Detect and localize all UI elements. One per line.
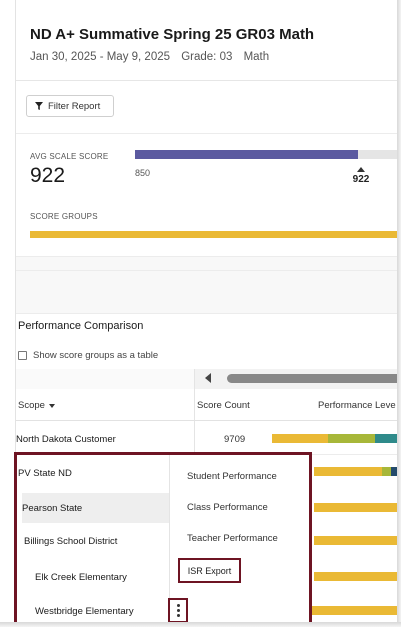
score-groups-label: SCORE GROUPS: [30, 212, 98, 221]
score-groups-bar: [30, 231, 397, 238]
perf-bar-level-1: [314, 467, 382, 476]
sort-caret-icon: [48, 403, 55, 408]
summary-divider: [16, 133, 397, 134]
perf-bar-level-1: [314, 503, 397, 512]
date-range: Jan 30, 2025 - May 9, 2025: [30, 51, 171, 63]
scale-min-value: 850: [135, 168, 151, 178]
show-as-table-row: Show score groups as a table: [18, 350, 158, 361]
show-as-table-label: Show score groups as a table: [33, 350, 159, 361]
isr-export-label: ISR Export: [187, 565, 232, 576]
marker-value: 922: [352, 174, 370, 185]
filter-report-button[interactable]: Filter Report: [26, 95, 114, 117]
show-as-table-checkbox[interactable]: [18, 351, 27, 360]
grade-label: Grade: 03: [181, 51, 233, 63]
table-row[interactable]: North Dakota Customer 9709: [16, 424, 397, 454]
horizontal-scrollbar[interactable]: [195, 369, 397, 389]
marker-triangle-icon: [357, 167, 365, 172]
perf-bar-level-2: [382, 467, 391, 476]
scale-score-track: [135, 150, 397, 159]
header-divider: [16, 80, 397, 81]
window-shadow-right: [397, 0, 401, 627]
row-context-menu: Student Performance Class Performance Te…: [169, 455, 309, 623]
perf-bar-level-1: [314, 536, 397, 545]
scroll-left-icon[interactable]: [205, 373, 211, 383]
report-frame: ND A+ Summative Spring 25 GR03 Math Jan …: [0, 0, 401, 627]
performance-level-header: Performance Leve: [318, 400, 396, 411]
score-marker: 922: [349, 167, 373, 185]
menu-item-teacher-performance[interactable]: Teacher Performance: [187, 533, 278, 544]
menu-item-class-performance[interactable]: Class Performance: [187, 502, 268, 513]
avg-scale-score-value: 922: [30, 164, 66, 187]
perf-bar-level-2: [328, 434, 375, 443]
window-shadow-bottom: [0, 622, 401, 627]
header-row-divider: [16, 420, 397, 421]
performance-comparison-title: Performance Comparison: [18, 320, 144, 332]
score-count: 9709: [224, 434, 246, 445]
perf-bar-level-1: [314, 572, 397, 581]
scope-name[interactable]: PV State ND: [18, 468, 72, 479]
menu-item-isr-export[interactable]: ISR Export: [178, 558, 241, 583]
menu-item-student-performance[interactable]: Student Performance: [187, 471, 277, 482]
scope-column-header[interactable]: Scope: [18, 400, 55, 411]
empty-band: [16, 256, 397, 314]
perf-bar-level-1: [272, 434, 328, 443]
scope-name[interactable]: Elk Creek Elementary: [35, 572, 127, 583]
score-count-header: Score Count: [197, 400, 250, 411]
subject-label: Math: [243, 51, 270, 63]
filter-icon: [35, 102, 43, 110]
report-title: ND A+ Summative Spring 25 GR03 Math: [30, 26, 315, 43]
scope-name[interactable]: Billings School District: [24, 536, 117, 547]
avg-scale-score-label: AVG SCALE SCORE: [30, 152, 109, 161]
kebab-menu-icon: [176, 604, 180, 617]
band-divider: [16, 270, 397, 271]
row-actions-button[interactable]: [168, 598, 188, 623]
scroll-gutter: [16, 369, 195, 389]
scope-header-label: Scope: [18, 400, 45, 411]
scope-name[interactable]: Pearson State: [22, 503, 82, 514]
scope-name[interactable]: North Dakota Customer: [16, 434, 116, 445]
scale-score-fill: [135, 150, 358, 159]
scope-name[interactable]: Westbridge Elementary: [35, 606, 134, 617]
scrollbar-thumb[interactable]: [227, 374, 397, 383]
report-subtitle: Jan 30, 2025 - May 9, 2025 Grade: 03 Mat…: [30, 51, 277, 63]
perf-bar-level-3: [375, 434, 397, 443]
filter-report-label: Filter Report: [48, 100, 101, 112]
